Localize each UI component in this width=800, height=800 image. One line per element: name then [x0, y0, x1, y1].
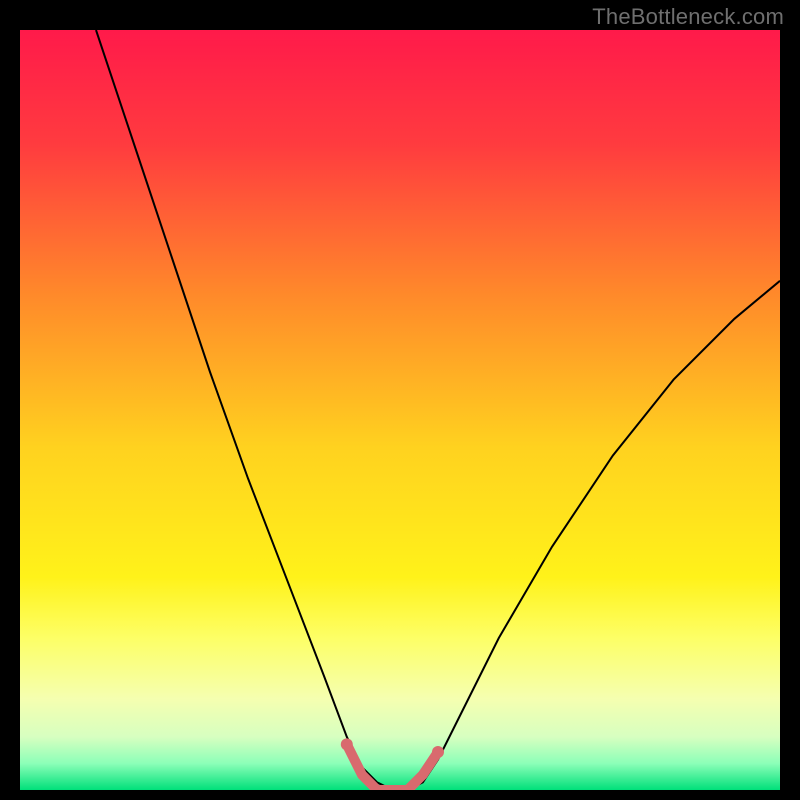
highlight-marker: [341, 738, 353, 750]
chart-frame: TheBottleneck.com: [0, 0, 800, 800]
highlight-marker: [432, 746, 444, 758]
watermark-text: TheBottleneck.com: [592, 4, 784, 30]
bottleneck-chart: [20, 30, 780, 790]
